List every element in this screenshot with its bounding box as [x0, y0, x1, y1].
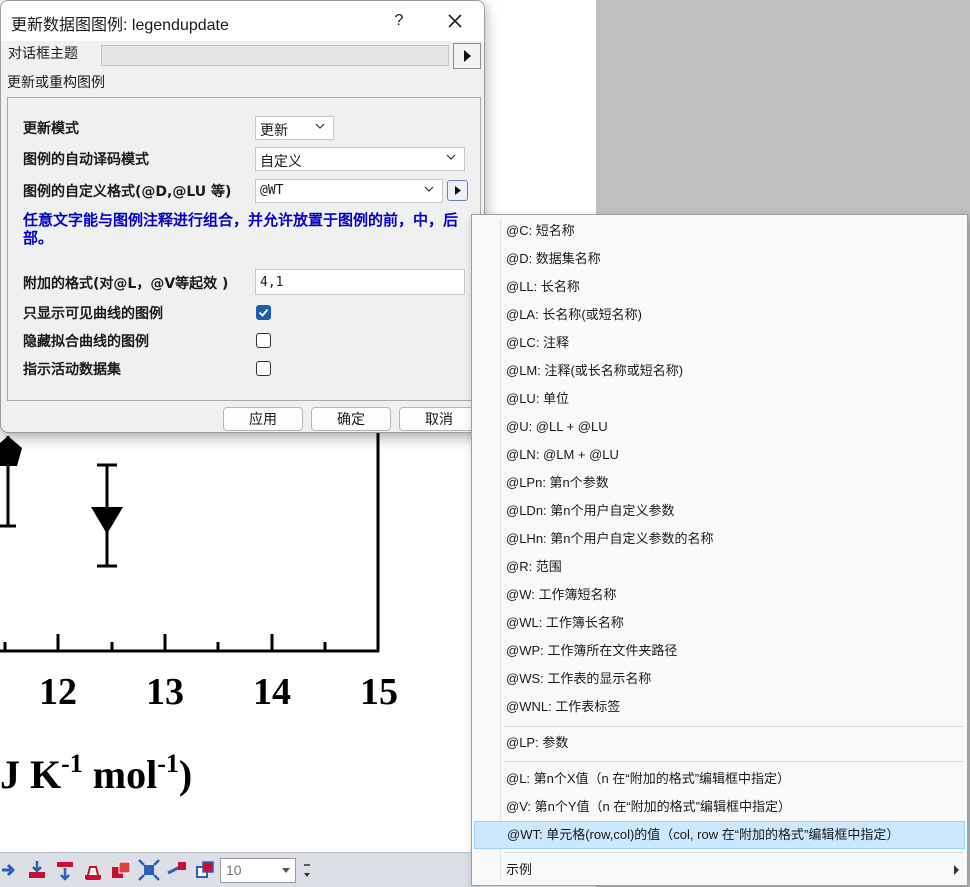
indicate-active-checkbox[interactable]	[256, 361, 271, 376]
custom-format-input[interactable]: @WT	[255, 179, 443, 203]
move-to-back-icon[interactable]	[54, 859, 76, 881]
theme-menu-button[interactable]	[453, 43, 481, 69]
apply-button[interactable]: 应用	[223, 407, 303, 431]
visible-only-checkbox[interactable]	[256, 305, 271, 320]
menu-item[interactable]: @U: @LL + @LU	[474, 413, 965, 441]
menu-item[interactable]: @LDn: 第n个用户自定义参数	[474, 497, 965, 525]
menu-item[interactable]: @R: 范围	[474, 553, 965, 581]
x-tick-label: 15	[360, 671, 398, 713]
auto-translate-select[interactable]: 自定义	[255, 147, 465, 171]
menu-item[interactable]: @D: 数据集名称	[474, 245, 965, 273]
update-legend-dialog: 更新数据图图例: legendupdate ? 对话框主题 更新或重构图例 更新…	[0, 0, 485, 433]
checkmark-icon	[258, 308, 269, 317]
dialog-theme-select[interactable]	[101, 45, 449, 66]
x-axis-title: J K-1 mol-1)	[0, 749, 192, 797]
triangle-right-icon	[455, 186, 461, 195]
dialog-title-bar[interactable]: 更新数据图图例: legendupdate ?	[1, 1, 484, 41]
arrange-icon[interactable]	[0, 859, 22, 881]
menu-item[interactable]: @C: 短名称	[474, 217, 965, 245]
triangle-right-icon	[464, 50, 471, 62]
auto-translate-value: 自定义	[260, 153, 302, 169]
hide-fit-checkbox[interactable]	[256, 333, 271, 348]
chevron-down-icon	[446, 154, 456, 160]
chevron-down-icon	[424, 186, 434, 192]
custom-format-label: 图例的自定义格式(@D,@LU 等)	[23, 184, 232, 200]
menu-item[interactable]: @LPn: 第n个参数	[474, 469, 965, 497]
extra-format-label: 附加的格式(对@L，@V等起效 )	[23, 276, 229, 292]
x-tick-label: 13	[146, 671, 184, 713]
update-mode-select[interactable]: 更新	[255, 116, 334, 140]
menu-item[interactable]: @LN: @LM + @LU	[474, 441, 965, 469]
format-context-menu: @C: 短名称 @D: 数据集名称 @LL: 长名称 @LA: 长名称(或短名称…	[471, 214, 968, 886]
extra-format-input[interactable]: 4,1	[255, 269, 465, 295]
dialog-theme-label: 对话框主题	[8, 45, 78, 61]
help-button[interactable]: ?	[385, 7, 413, 35]
triangle-down-marker	[91, 507, 123, 534]
move-forward-icon[interactable]	[82, 859, 104, 881]
hide-fit-label: 隐藏拟合曲线的图例	[23, 334, 149, 350]
dialog-title: 更新数据图图例: legendupdate	[11, 17, 229, 34]
ok-button[interactable]: 确定	[311, 407, 391, 431]
chevron-down-icon	[315, 123, 325, 129]
fit-icon[interactable]	[138, 859, 160, 881]
options-group	[7, 97, 481, 401]
visible-only-label: 只显示可见曲线的图例	[23, 306, 163, 322]
toolbar-overflow-icon[interactable]	[302, 861, 312, 881]
object-edit-toolbar: 10	[0, 852, 480, 887]
move-to-front-icon[interactable]	[26, 859, 48, 881]
chevron-down-icon	[282, 868, 290, 873]
group-icon[interactable]	[194, 859, 216, 881]
menu-item[interactable]: @WL: 工作簿长名称	[474, 609, 965, 637]
menu-item[interactable]: @WP: 工作簿所在文件夹路径	[474, 637, 965, 665]
update-mode-label: 更新模式	[23, 121, 79, 137]
indicate-active-label: 指示活动数据集	[23, 362, 121, 378]
menu-item[interactable]: @WS: 工作表的显示名称	[474, 665, 965, 693]
menu-item-wt[interactable]: @WT: 单元格(row,col)的值（col, row 在“附加的格式”编辑框…	[474, 821, 965, 849]
menu-item-lp[interactable]: @LP: 参数	[474, 729, 965, 757]
pentagon-marker	[0, 436, 22, 466]
menu-item[interactable]: @LC: 注释	[474, 329, 965, 357]
menu-item-examples[interactable]: 示例	[474, 856, 965, 884]
menu-item[interactable]: @LA: 长名称(或短名称)	[474, 301, 965, 329]
auto-translate-label: 图例的自动译码模式	[23, 152, 149, 168]
menu-item[interactable]: @LU: 单位	[474, 385, 965, 413]
menu-item-v[interactable]: @V: 第n个Y值（n 在“附加的格式”编辑框中指定）	[474, 793, 965, 821]
menu-separator	[504, 852, 964, 853]
align-icon[interactable]	[166, 859, 188, 881]
menu-item[interactable]: @LL: 长名称	[474, 273, 965, 301]
bring-forward-icon[interactable]	[110, 859, 132, 881]
x-tick-label: 12	[39, 671, 77, 713]
menu-item[interactable]: @LHn: 第n个用户自定义参数的名称	[474, 525, 965, 553]
menu-separator	[504, 726, 964, 727]
update-mode-value: 更新	[260, 122, 288, 138]
x-tick-label: 14	[253, 671, 291, 713]
zoom-select[interactable]: 10	[220, 858, 296, 883]
close-icon[interactable]	[439, 7, 471, 35]
zoom-value: 10	[226, 862, 242, 878]
section-label: 更新或重构图例	[7, 74, 105, 90]
format-menu-button[interactable]	[447, 180, 468, 201]
menu-item[interactable]: @WNL: 工作表标签	[474, 693, 965, 721]
submenu-arrow-icon	[954, 865, 959, 875]
custom-format-value: @WT	[260, 183, 284, 198]
format-hint-text: 任意文字能与图例注释进行组合，并允许放置于图例的前，中，后部。	[23, 211, 459, 247]
examples-label: 示例	[506, 862, 533, 877]
menu-separator	[504, 761, 964, 762]
cancel-button[interactable]: 取消	[399, 407, 479, 431]
menu-item[interactable]: @LM: 注释(或长名称或短名称)	[474, 357, 965, 385]
menu-item[interactable]: @W: 工作簿短名称	[474, 581, 965, 609]
menu-item-l[interactable]: @L: 第n个X值（n 在“附加的格式”编辑框中指定）	[474, 765, 965, 793]
